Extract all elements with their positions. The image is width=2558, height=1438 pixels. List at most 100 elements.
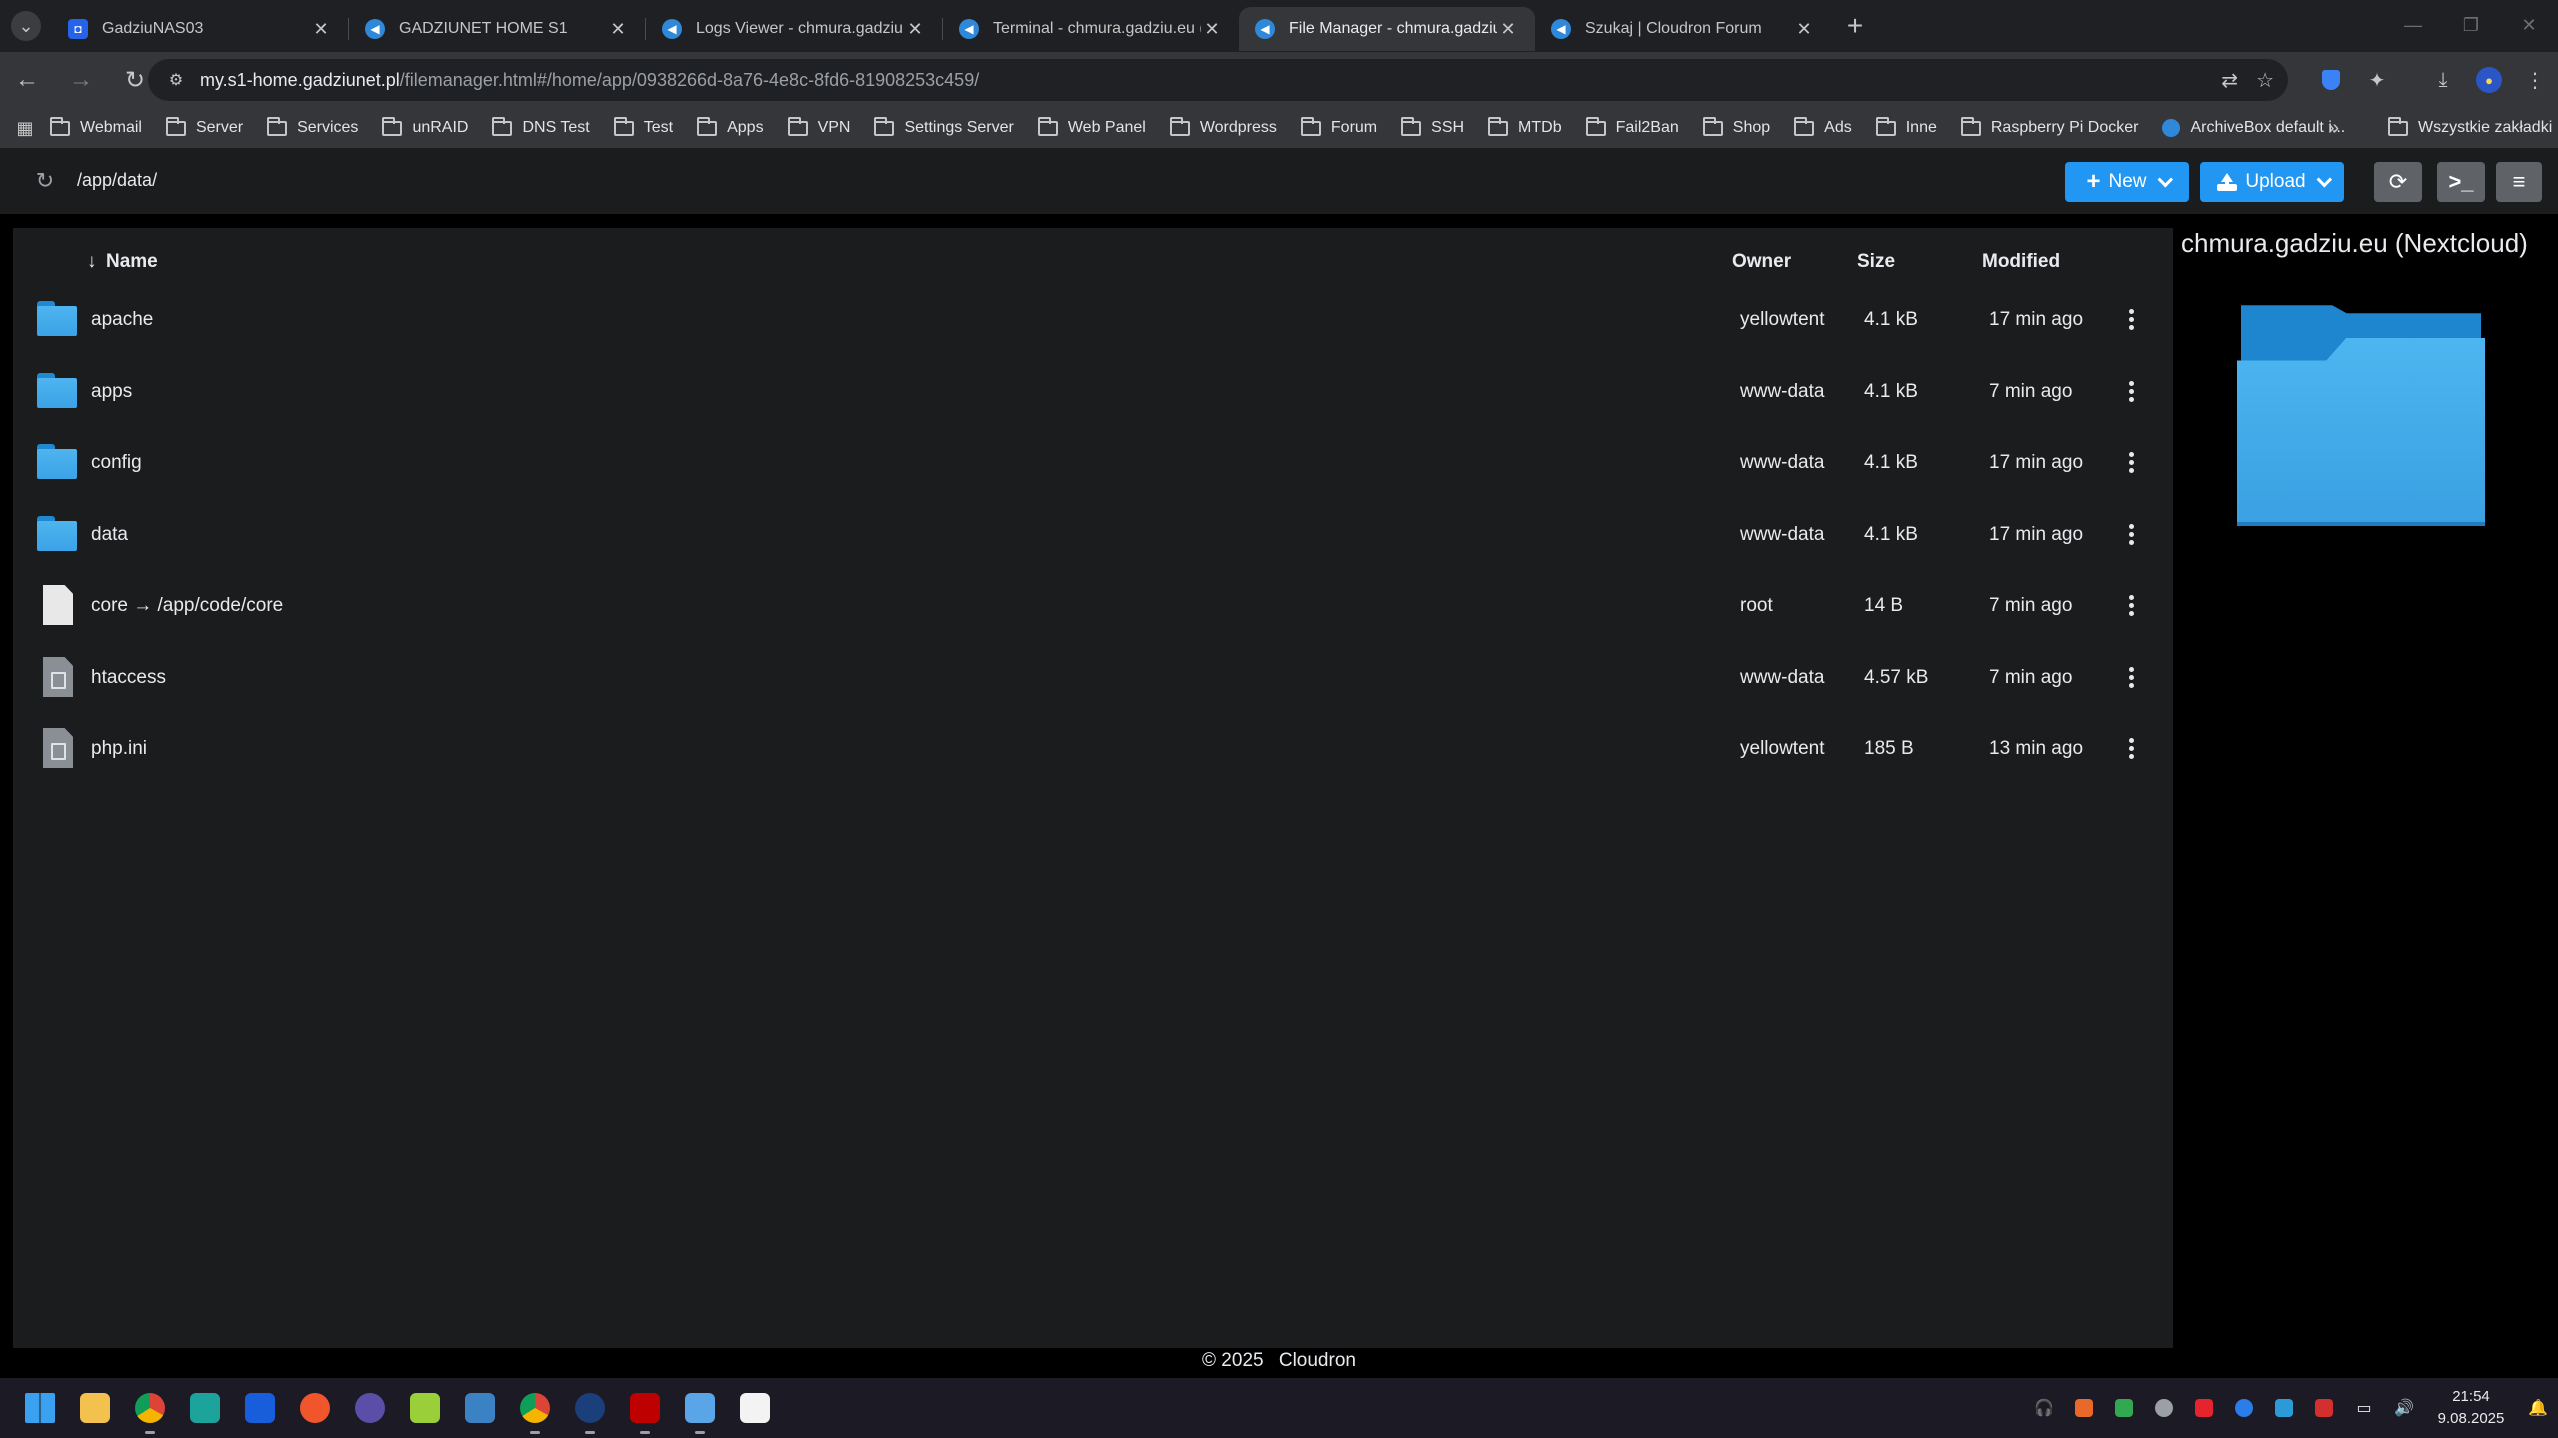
file-name[interactable]: htaccess bbox=[91, 667, 166, 689]
bookmark-folder[interactable]: Forum bbox=[1300, 116, 1377, 137]
file-name[interactable]: core → /app/code/core bbox=[91, 595, 283, 617]
refresh-button[interactable]: ⟳ bbox=[2374, 162, 2422, 202]
tab-terminal[interactable]: ◀ Terminal - chmura.gadziu.eu (N ✕ bbox=[943, 7, 1239, 51]
bitwarden-extension-icon[interactable] bbox=[2308, 52, 2354, 108]
sort-arrow-icon[interactable]: ↓ bbox=[87, 251, 97, 273]
bookmark-folder[interactable]: MTDb bbox=[1488, 116, 1562, 137]
forward-button[interactable]: → bbox=[54, 52, 108, 108]
minimize-button[interactable]: — bbox=[2384, 0, 2442, 50]
tray-gray-icon[interactable] bbox=[2144, 1378, 2184, 1438]
bookmark-folder[interactable]: Server bbox=[165, 116, 243, 137]
bookmark-folder[interactable]: unRAID bbox=[382, 116, 468, 137]
tray-green-icon[interactable] bbox=[2104, 1378, 2144, 1438]
network-icon[interactable]: ▭ bbox=[2344, 1378, 2384, 1438]
row-actions-kebab-icon[interactable] bbox=[2121, 303, 2141, 335]
bookmark-folder[interactable]: SSH bbox=[1401, 116, 1464, 137]
size-column-header[interactable]: Size bbox=[1857, 251, 1895, 273]
row-actions-kebab-icon[interactable] bbox=[2121, 661, 2141, 693]
bluetooth-icon[interactable] bbox=[2224, 1378, 2264, 1438]
close-icon[interactable]: ✕ bbox=[1201, 18, 1223, 40]
row-actions-kebab-icon[interactable] bbox=[2121, 732, 2141, 764]
modified-column-header[interactable]: Modified bbox=[1982, 251, 2060, 273]
more-bookmarks-button[interactable]: » bbox=[2328, 108, 2339, 148]
translate-icon[interactable]: ⇄ bbox=[2221, 68, 2238, 93]
close-icon[interactable]: ✕ bbox=[1793, 18, 1815, 40]
file-row[interactable]: php.ini yellowtent 185 B 13 min ago bbox=[13, 712, 2173, 784]
bookmark-folder[interactable]: Wordpress bbox=[1169, 116, 1277, 137]
close-icon[interactable]: ✕ bbox=[904, 18, 926, 40]
bookmark-folder[interactable]: Webmail bbox=[50, 116, 142, 137]
start-windows-icon[interactable] bbox=[20, 1388, 60, 1428]
tray-orange-icon[interactable] bbox=[2064, 1378, 2104, 1438]
purple-app-icon[interactable] bbox=[350, 1388, 390, 1428]
extensions-puzzle-icon[interactable]: ✦ bbox=[2354, 52, 2400, 108]
bookmark-folder[interactable]: Shop bbox=[1702, 116, 1770, 137]
notifications-bell-icon[interactable]: 🔔 bbox=[2518, 1378, 2558, 1438]
tray-red-icon[interactable] bbox=[2184, 1378, 2224, 1438]
new-button[interactable]: + New bbox=[2065, 162, 2189, 202]
file-name[interactable]: data bbox=[91, 524, 128, 546]
bookmark-folder[interactable]: Apps bbox=[697, 116, 764, 137]
tab-search-button[interactable]: ⌄ bbox=[0, 0, 52, 52]
restore-button[interactable]: ❐ bbox=[2442, 0, 2500, 50]
profile-avatar[interactable]: ● bbox=[2466, 52, 2512, 108]
snipping-tool-icon[interactable] bbox=[735, 1388, 775, 1428]
close-window-button[interactable]: ✕ bbox=[2500, 0, 2558, 50]
blue-circle-app-icon[interactable] bbox=[570, 1388, 610, 1434]
file-row[interactable]: core → /app/code/core root 14 B 7 min ag… bbox=[13, 569, 2173, 641]
tab-gadziunas03[interactable]: ◘ GadziuNAS03 ✕ bbox=[52, 7, 348, 51]
bookmark-folder[interactable]: Raspberry Pi Docker bbox=[1960, 116, 2138, 137]
bitwarden-icon[interactable] bbox=[240, 1388, 280, 1428]
file-row[interactable]: htaccess www-data 4.57 kB 7 min ago bbox=[13, 641, 2173, 713]
clock[interactable]: 21:54 9.08.2025 bbox=[2424, 1386, 2518, 1430]
bookmark-folder[interactable]: Services bbox=[267, 116, 358, 137]
row-actions-kebab-icon[interactable] bbox=[2121, 446, 2141, 478]
bookmark-folder[interactable]: Web Panel bbox=[1037, 116, 1146, 137]
refresh-path-icon[interactable]: ↻ bbox=[30, 166, 60, 196]
tray-b-icon[interactable] bbox=[2304, 1378, 2344, 1438]
defender-icon[interactable] bbox=[2264, 1378, 2304, 1438]
owner-column-header[interactable]: Owner bbox=[1732, 251, 1791, 273]
row-actions-kebab-icon[interactable] bbox=[2121, 518, 2141, 550]
file-name[interactable]: apache bbox=[91, 309, 153, 331]
download-icon[interactable]: ⤓ bbox=[2420, 52, 2466, 108]
url-text[interactable]: my.s1-home.gadziunet.pl/filemanager.html… bbox=[200, 70, 979, 91]
filezilla-icon[interactable] bbox=[625, 1388, 665, 1434]
all-bookmarks-button[interactable]: Wszystkie zakładki bbox=[2388, 108, 2552, 148]
site-info-icon[interactable]: ⚙ bbox=[162, 66, 190, 94]
close-icon[interactable]: ✕ bbox=[607, 18, 629, 40]
file-name[interactable]: php.ini bbox=[91, 738, 147, 760]
close-icon[interactable]: ✕ bbox=[310, 18, 332, 40]
file-name[interactable]: apps bbox=[91, 381, 132, 403]
toggle-sidebar-button[interactable]: ≡ bbox=[2496, 162, 2542, 202]
remote-desktop-icon[interactable] bbox=[460, 1388, 500, 1428]
name-column-header[interactable]: Name bbox=[106, 251, 158, 273]
new-tab-button[interactable]: + bbox=[1835, 6, 1875, 46]
footer-brand-link[interactable]: Cloudron bbox=[1279, 1350, 1356, 1371]
kebab-menu-icon[interactable]: ⋮ bbox=[2512, 52, 2558, 108]
cube-app-icon[interactable] bbox=[405, 1388, 445, 1428]
terminal-button[interactable]: >_ bbox=[2437, 162, 2485, 202]
chrome-icon[interactable] bbox=[130, 1388, 170, 1434]
address-bar[interactable]: ⚙ my.s1-home.gadziunet.pl/filemanager.ht… bbox=[148, 59, 2288, 101]
file-name[interactable]: config bbox=[91, 452, 142, 474]
bookmark-folder[interactable]: DNS Test bbox=[492, 116, 590, 137]
bookmark-folder[interactable]: Fail2Ban bbox=[1585, 116, 1679, 137]
bookmark-folder[interactable]: Ads bbox=[1794, 116, 1852, 137]
back-button[interactable]: ← bbox=[0, 52, 54, 108]
notepad-icon[interactable] bbox=[680, 1388, 720, 1434]
script-app-icon[interactable] bbox=[185, 1388, 225, 1428]
headset-icon[interactable]: 🎧 bbox=[2024, 1378, 2064, 1438]
file-row[interactable]: config www-data 4.1 kB 17 min ago bbox=[13, 426, 2173, 498]
bookmark-link[interactable]: ArchiveBox default i... bbox=[2162, 119, 2345, 137]
apps-grid-icon[interactable]: ▦ bbox=[10, 113, 40, 143]
file-explorer-icon[interactable] bbox=[75, 1388, 115, 1428]
chrome-profile-icon[interactable] bbox=[515, 1388, 555, 1434]
file-row[interactable]: data www-data 4.1 kB 17 min ago bbox=[13, 498, 2173, 570]
bookmark-folder[interactable]: Settings Server bbox=[874, 116, 1014, 137]
close-icon[interactable]: ✕ bbox=[1497, 18, 1519, 40]
tab-logs-viewer[interactable]: ◀ Logs Viewer - chmura.gadziu.eu ✕ bbox=[646, 7, 942, 51]
tab-file-manager[interactable]: ◀ File Manager - chmura.gadziu.eu ✕ bbox=[1239, 7, 1535, 51]
bookmark-folder[interactable]: Inne bbox=[1875, 116, 1937, 137]
bookmark-folder[interactable]: VPN bbox=[787, 116, 850, 137]
